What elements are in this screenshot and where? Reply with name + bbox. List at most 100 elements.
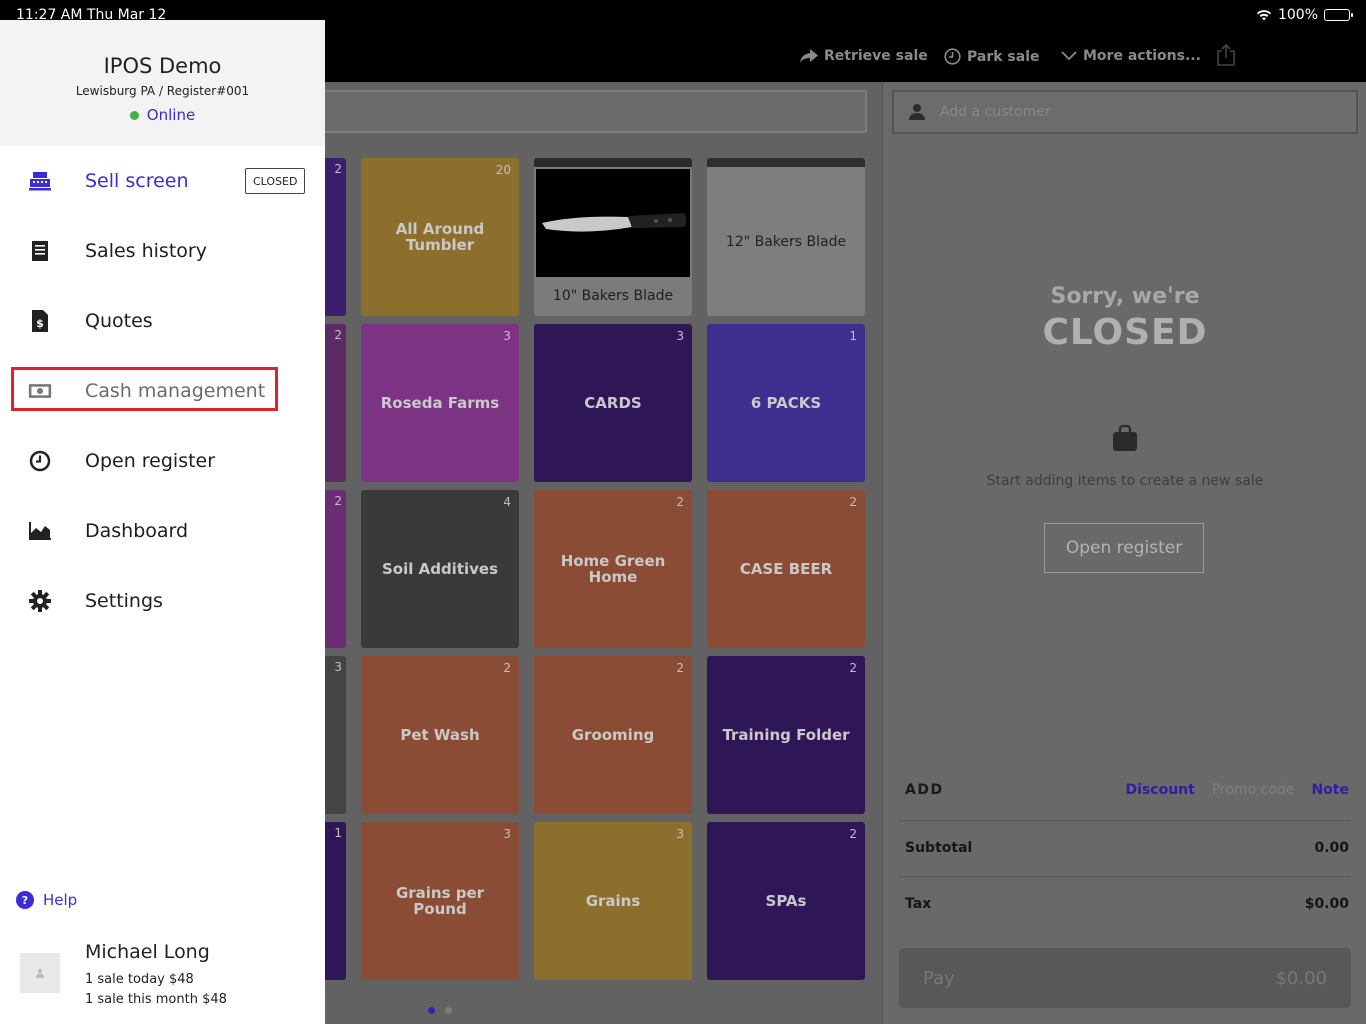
tile-label: Pet Wash — [400, 726, 480, 744]
empty-sale-hint: Start adding items to create a new sale — [986, 473, 1264, 489]
sidebar-item-label: Sales history — [85, 240, 207, 262]
sidebar-item-open-register[interactable]: Open register — [0, 426, 325, 496]
tile-count: 2 — [676, 495, 684, 509]
sidebar-item-label: Quotes — [85, 310, 153, 332]
forward-arrow-icon — [800, 49, 818, 63]
product-tile[interactable]: 2 Home Green Home — [534, 490, 692, 648]
store-name: IPOS Demo — [103, 54, 222, 78]
tax-label: Tax — [905, 896, 932, 912]
subtotal-row: Subtotal 0.00 — [905, 840, 1349, 856]
page-indicator[interactable] — [428, 1007, 452, 1014]
sidebar-item-label: Settings — [85, 590, 163, 612]
product-tile-partial[interactable]: 2 — [325, 158, 346, 316]
tile-count: 3 — [334, 660, 342, 674]
page-dot[interactable] — [445, 1007, 452, 1014]
sidebar-item-sales-history[interactable]: Sales history — [0, 216, 325, 286]
tile-label: Roseda Farms — [380, 394, 500, 412]
tile-count: 20 — [495, 163, 511, 177]
tile-count: 2 — [503, 661, 511, 675]
register-status-badge: CLOSED — [245, 168, 306, 194]
sidebar-item-sell-screen[interactable]: Sell screen CLOSED — [0, 146, 325, 216]
product-tile[interactable]: 4 Soil Additives — [361, 490, 519, 648]
store-header: IPOS Demo Lewisburg PA / Register#001 On… — [0, 20, 325, 146]
closed-heading: CLOSED — [1042, 312, 1208, 353]
product-tile[interactable]: 20 All Around Tumbler — [361, 158, 519, 316]
product-tile[interactable]: 2 CASE BEER — [707, 490, 865, 648]
tax-value: $0.00 — [1304, 896, 1349, 912]
share-button[interactable] — [1216, 44, 1236, 66]
tile-count: 3 — [503, 827, 511, 841]
person-icon — [909, 104, 925, 120]
product-tile[interactable]: 2 Training Folder — [707, 656, 865, 814]
discount-link[interactable]: Discount — [1126, 782, 1195, 798]
sorry-text: Sorry, we're — [1050, 284, 1200, 309]
sidebar-item-settings[interactable]: Settings — [0, 566, 325, 636]
product-tile[interactable]: 3 CARDS — [534, 324, 692, 482]
tile-count: 2 — [334, 162, 342, 176]
divider — [899, 876, 1351, 877]
sidebar-menu: IPOS Demo Lewisburg PA / Register#001 On… — [0, 20, 325, 1024]
product-tile[interactable]: 2 Pet Wash — [361, 656, 519, 814]
tile-count: 4 — [503, 495, 511, 509]
sales-today: 1 sale today $48 — [85, 972, 194, 987]
pay-amount: $0.00 — [1275, 967, 1327, 989]
add-customer-field[interactable]: Add a customer — [892, 90, 1358, 134]
tile-count: 2 — [676, 661, 684, 675]
product-tile-partial[interactable]: 2 — [325, 490, 346, 648]
park-sale-button[interactable]: Park sale — [944, 48, 1040, 65]
tile-count: 3 — [503, 329, 511, 343]
pay-label: Pay — [923, 967, 955, 989]
help-link[interactable]: ? Help — [16, 891, 77, 909]
svg-text:$: $ — [36, 317, 44, 330]
product-tile-partial[interactable]: 1 — [325, 822, 346, 980]
clock-icon — [944, 48, 961, 65]
open-register-button[interactable]: Open register — [1044, 523, 1204, 573]
status-right: 100% — [1256, 7, 1353, 23]
product-tile[interactable]: 3 Roseda Farms — [361, 324, 519, 482]
product-tile[interactable]: 3 Grains — [534, 822, 692, 980]
share-icon — [1217, 44, 1235, 66]
product-tile[interactable]: 1 6 PACKS — [707, 324, 865, 482]
tile-label: 6 PACKS — [750, 394, 822, 412]
product-tile[interactable]: 2 SPAs — [707, 822, 865, 980]
tile-label: 12" Bakers Blade — [725, 233, 847, 250]
product-tile[interactable]: 12" Bakers Blade — [707, 158, 865, 316]
chevron-down-icon — [1061, 51, 1077, 61]
tile-count: 2 — [849, 495, 857, 509]
avatar[interactable] — [20, 953, 60, 993]
quote-document-icon: $ — [28, 309, 52, 333]
tile-label: Grains per Pound — [395, 884, 485, 918]
tile-count: 2 — [334, 328, 342, 342]
battery-icon — [1324, 9, 1353, 21]
page-dot-active[interactable] — [428, 1007, 435, 1014]
more-actions-button[interactable]: More actions... — [1061, 48, 1201, 64]
product-tile-partial[interactable]: 2 — [325, 324, 346, 482]
product-tile[interactable]: 10" Bakers Blade — [534, 158, 692, 316]
product-tile[interactable]: 2 Grooming — [534, 656, 692, 814]
pay-button[interactable]: Pay $0.00 — [899, 948, 1351, 1008]
online-label: Online — [146, 106, 196, 124]
retrieve-sale-label: Retrieve sale — [824, 48, 928, 64]
sales-month: 1 sale this month $48 — [85, 992, 227, 1007]
tile-count: 2 — [334, 494, 342, 508]
tile-count: 2 — [849, 661, 857, 675]
note-link[interactable]: Note — [1311, 782, 1349, 798]
product-tile-partial[interactable]: 3 — [325, 656, 346, 814]
tile-count: 3 — [676, 329, 684, 343]
retrieve-sale-button[interactable]: Retrieve sale — [800, 48, 928, 64]
clock-icon — [28, 449, 52, 473]
help-icon: ? — [16, 891, 34, 909]
sidebar-item-label: Open register — [85, 450, 216, 472]
sidebar-item-dashboard[interactable]: Dashboard — [0, 496, 325, 566]
product-tile[interactable]: 3 Grains per Pound — [361, 822, 519, 980]
promo-code-link[interactable]: Promo code — [1212, 782, 1295, 798]
sale-panel: Add a customer Sorry, we're CLOSED Start… — [882, 82, 1366, 1024]
sidebar-item-quotes[interactable]: $ Quotes — [0, 286, 325, 356]
add-row: ADD Discount Promo code Note — [905, 782, 1349, 798]
tile-label: All Around Tumbler — [395, 220, 485, 254]
search-input[interactable] — [300, 90, 867, 133]
tile-label: Grains — [585, 892, 641, 910]
highlight-box — [11, 367, 278, 411]
battery-percent: 100% — [1277, 7, 1318, 23]
divider — [899, 820, 1351, 821]
